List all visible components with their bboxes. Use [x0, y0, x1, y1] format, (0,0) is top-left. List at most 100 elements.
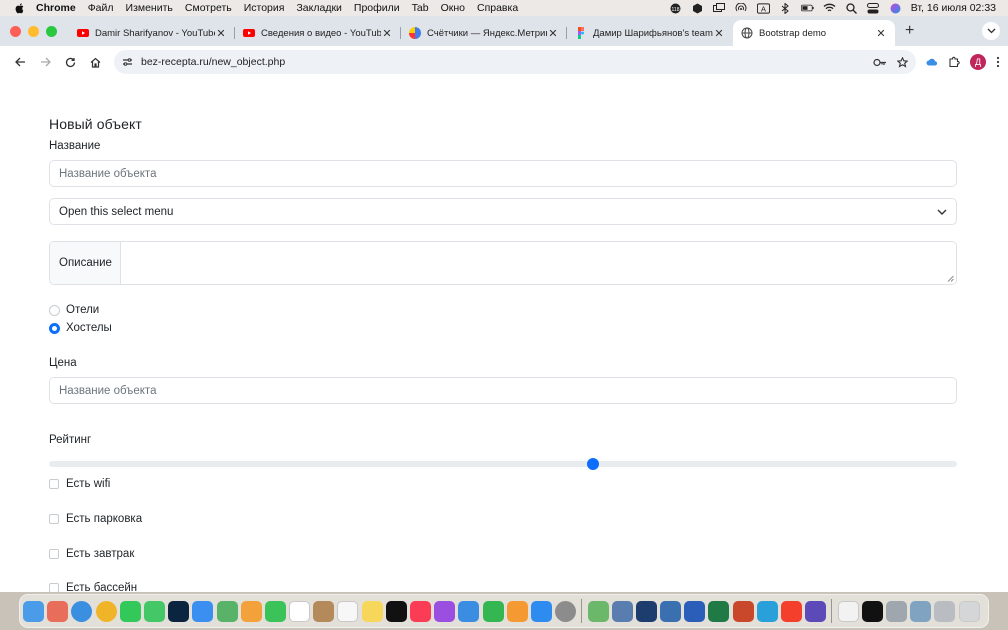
dock-preview-icon[interactable] — [611, 600, 633, 622]
menu-profiles[interactable]: Профили — [354, 2, 400, 14]
close-tab-icon[interactable]: ✕ — [713, 27, 725, 40]
dock-trash-icon[interactable] — [958, 600, 980, 622]
rating-slider[interactable] — [49, 458, 957, 470]
forward-button[interactable] — [33, 50, 58, 75]
tab-bootstrap-demo[interactable]: Bootstrap demo ✕ — [733, 20, 895, 46]
dock-excel-icon[interactable] — [708, 600, 730, 622]
zoom-window-button[interactable] — [46, 25, 57, 37]
dock-app-store-icon[interactable] — [530, 600, 552, 622]
checkbox-parking[interactable]: Есть парковка — [49, 513, 142, 525]
dock-maps-icon[interactable] — [216, 600, 238, 622]
dock-photoshop-icon[interactable] — [168, 600, 190, 622]
new-tab-button[interactable]: + — [905, 22, 914, 40]
dock-keynote-icon[interactable] — [458, 600, 480, 622]
radio-hostels[interactable]: Хостелы — [49, 322, 112, 334]
dock-photos-icon[interactable] — [240, 600, 262, 622]
window-icon[interactable] — [713, 3, 726, 14]
reload-button[interactable] — [58, 50, 83, 75]
dock-screenshot-3-icon[interactable] — [934, 600, 956, 622]
dock-contacts-notes-icon[interactable] — [313, 600, 335, 622]
dock-monitor-icon[interactable] — [660, 600, 682, 622]
dock-pages-icon[interactable] — [506, 600, 528, 622]
url-text[interactable]: bez-recepta.ru/new_object.php — [141, 56, 863, 68]
more-vertical-icon[interactable] — [996, 56, 1000, 68]
menu-edit[interactable]: Изменить — [126, 2, 173, 14]
dock-telegram-icon[interactable] — [756, 600, 778, 622]
resize-handle-icon[interactable] — [947, 275, 954, 282]
menu-help[interactable]: Справка — [477, 2, 518, 14]
checkbox-breakfast[interactable]: Есть завтрак — [49, 548, 134, 560]
menubar-clock[interactable]: Вт, 16 июля 02:33 — [911, 2, 996, 14]
cloud-extension-icon[interactable] — [926, 58, 938, 66]
dock-system-settings-icon[interactable] — [555, 600, 577, 622]
menu-view[interactable]: Смотреть — [185, 2, 232, 14]
dock-calendar-icon[interactable] — [289, 600, 311, 622]
music-badge-icon[interactable]: 118 — [669, 3, 682, 14]
close-tab-icon[interactable]: ✕ — [547, 27, 559, 40]
slider-thumb[interactable] — [586, 458, 599, 470]
dock-notes-icon[interactable] — [361, 600, 383, 622]
dock-powerpoint-icon[interactable] — [732, 600, 754, 622]
tab-yandex-metrika[interactable]: Счётчики — Яндекс.Метрика ✕ — [401, 20, 567, 46]
dock-finder-icon[interactable] — [23, 600, 44, 622]
battery-icon[interactable] — [800, 3, 814, 14]
description-textarea[interactable] — [121, 242, 956, 284]
dock-apple-tv-icon[interactable] — [385, 600, 407, 622]
checkbox-box[interactable] — [49, 583, 59, 592]
apple-icon[interactable] — [14, 2, 26, 14]
site-settings-icon[interactable] — [122, 57, 133, 67]
dock-messages-icon[interactable] — [143, 600, 165, 622]
menu-app-name[interactable]: Chrome — [36, 2, 76, 14]
dock-document-icon[interactable] — [837, 600, 859, 622]
menu-file[interactable]: Файл — [88, 2, 114, 14]
checkbox-wifi[interactable]: Есть wifi — [49, 478, 110, 490]
checkbox-box[interactable] — [49, 514, 59, 524]
close-tab-icon[interactable]: ✕ — [381, 27, 393, 40]
checkbox-box[interactable] — [49, 549, 59, 559]
tab-youtube-video[interactable]: Сведения о видео - YouTube ✕ — [235, 20, 401, 46]
checkbox-pool[interactable]: Есть бассейн — [49, 582, 137, 592]
dock-word-icon[interactable] — [684, 600, 706, 622]
slider-track[interactable] — [49, 461, 957, 467]
extensions-puzzle-icon[interactable] — [948, 56, 960, 68]
dock-maps-2-icon[interactable] — [587, 600, 609, 622]
close-window-button[interactable] — [10, 25, 21, 37]
menu-bookmarks[interactable]: Закладки — [296, 2, 341, 14]
radio-hotels[interactable]: Отели — [49, 304, 99, 316]
type-select[interactable]: Open this select menu — [49, 198, 957, 225]
siri-icon[interactable] — [889, 3, 902, 14]
dock-launchpad-icon[interactable] — [47, 600, 69, 622]
key-icon[interactable] — [873, 58, 887, 67]
bluetooth-icon[interactable] — [779, 2, 792, 14]
address-bar[interactable]: bez-recepta.ru/new_object.php — [114, 50, 916, 74]
tab-youtube-channel[interactable]: Damir Sharifyanov - YouTube ✕ — [69, 20, 235, 46]
home-button[interactable] — [83, 50, 108, 75]
control-center-icon[interactable] — [867, 2, 880, 14]
radio-circle-checked[interactable] — [49, 322, 60, 334]
close-tab-icon[interactable]: ✕ — [215, 27, 227, 40]
dock-safari-icon[interactable] — [71, 600, 93, 622]
back-button[interactable] — [8, 50, 33, 75]
close-tab-icon[interactable]: ✕ — [875, 27, 887, 40]
airdrop-icon[interactable] — [735, 2, 748, 14]
dock-terminal-icon[interactable] — [861, 600, 883, 622]
menu-history[interactable]: История — [244, 2, 285, 14]
input-a-icon[interactable]: A — [756, 2, 770, 14]
dock-whatsapp-icon[interactable] — [119, 600, 141, 622]
dock-reminders-icon[interactable] — [337, 600, 359, 622]
profile-avatar[interactable]: Д — [970, 54, 986, 70]
name-input[interactable] — [49, 160, 957, 187]
bookmark-star-icon[interactable] — [897, 56, 908, 68]
spotlight-icon[interactable] — [845, 2, 858, 14]
shield-icon[interactable] — [691, 3, 704, 14]
dock-imovie-icon[interactable] — [805, 600, 827, 622]
dock-facetime-icon[interactable] — [264, 600, 286, 622]
dock-music-icon[interactable] — [410, 600, 431, 622]
tab-search-button[interactable] — [982, 22, 1000, 40]
dock-mindmap-icon[interactable] — [635, 600, 657, 622]
price-input[interactable] — [49, 377, 957, 404]
dock-chrome-icon[interactable] — [95, 600, 117, 622]
wifi-icon[interactable] — [823, 3, 836, 14]
dock-numbers-icon[interactable] — [482, 600, 504, 622]
dock-screenshot-1-icon[interactable] — [885, 600, 907, 622]
